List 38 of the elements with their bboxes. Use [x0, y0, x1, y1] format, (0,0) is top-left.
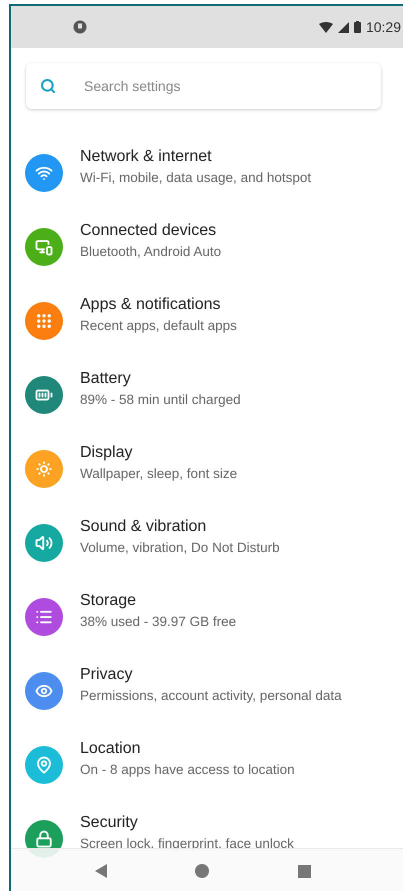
item-title: Storage — [80, 592, 138, 610]
brightness-icon — [35, 460, 53, 478]
item-subtitle: Permissions, account activity, personal data — [80, 688, 342, 702]
back-icon[interactable] — [95, 864, 108, 878]
item-title: Security — [80, 814, 139, 832]
item-subtitle: Wallpaper, sleep, font size — [80, 466, 238, 480]
item-subtitle: Bluetooth, Android Auto — [80, 244, 222, 258]
item-subtitle: Wi-Fi, mobile, data usage, and hotspot — [80, 170, 312, 184]
home-icon[interactable] — [195, 864, 210, 878]
item-title: Sound & vibration — [80, 518, 208, 536]
item-subtitle: Volume, vibration, Do Not Disturb — [80, 540, 280, 554]
pin-icon — [35, 756, 53, 774]
item-subtitle: Recent apps, default apps — [80, 318, 237, 332]
item-title: Battery — [80, 370, 132, 388]
item-subtitle: On - 8 apps have access to location — [80, 762, 295, 776]
speaker-icon — [35, 534, 53, 552]
item-subtitle: Screen lock, fingerprint, face unlock — [80, 836, 294, 850]
search-icon — [40, 78, 56, 94]
recents-icon[interactable] — [298, 864, 311, 878]
eye-icon — [35, 682, 53, 700]
clock: 10:29 — [366, 19, 401, 35]
item-title: Connected devices — [80, 222, 218, 240]
wifi-icon — [318, 22, 333, 32]
devices-icon — [35, 238, 53, 256]
item-title: Apps & notifications — [80, 296, 222, 314]
search-field[interactable]: Search settings — [82, 77, 367, 95]
item-title: Privacy — [80, 666, 134, 684]
item-subtitle: 38% used - 39.97 GB free — [80, 614, 236, 628]
wifi-icon — [35, 164, 53, 182]
item-subtitle: 89% - 58 min until charged — [80, 392, 241, 406]
item-title: Location — [80, 740, 142, 758]
signal-icon — [338, 22, 349, 32]
item-title: Network & internet — [80, 148, 213, 166]
battery-icon — [354, 21, 361, 33]
item-title: Display — [80, 444, 134, 462]
grid-icon — [35, 312, 53, 330]
notification-icon — [73, 20, 87, 34]
list-icon — [35, 608, 53, 626]
